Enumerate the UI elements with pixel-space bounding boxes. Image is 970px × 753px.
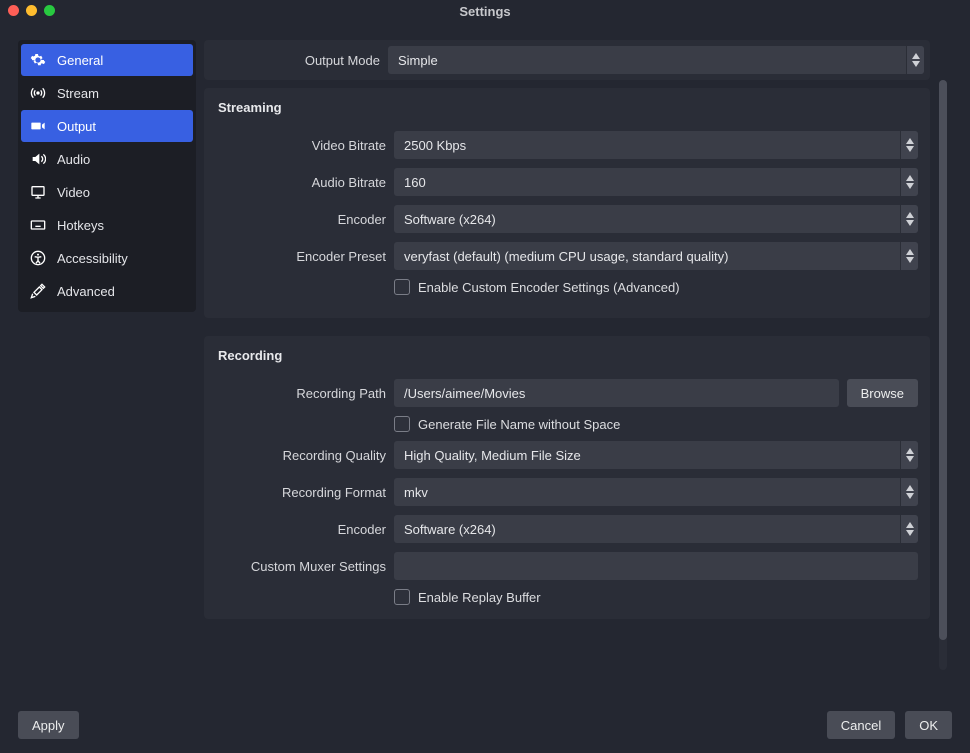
ok-button[interactable]: OK xyxy=(905,711,952,739)
audio-bitrate-select[interactable]: 160 xyxy=(394,168,918,196)
streaming-section: Streaming Video Bitrate 2500 Kbps xyxy=(204,88,930,318)
tools-icon xyxy=(29,283,47,299)
browse-button[interactable]: Browse xyxy=(847,379,918,407)
replay-buffer-checkbox[interactable] xyxy=(394,589,410,605)
video-bitrate-label: Video Bitrate xyxy=(216,138,394,153)
chevron-updown-icon xyxy=(900,205,918,233)
chevron-updown-icon xyxy=(900,441,918,469)
audio-bitrate-label: Audio Bitrate xyxy=(216,175,394,190)
chevron-updown-icon xyxy=(900,478,918,506)
speaker-icon xyxy=(29,151,47,167)
recording-section: Recording Recording Path Browse Generat xyxy=(204,336,930,619)
chevron-updown-icon xyxy=(900,242,918,270)
recording-format-label: Recording Format xyxy=(216,485,394,500)
sidebar-item-video[interactable]: Video xyxy=(21,176,193,208)
titlebar: Settings xyxy=(0,0,970,22)
custom-encoder-checkbox-label[interactable]: Enable Custom Encoder Settings (Advanced… xyxy=(418,280,680,295)
encoder-preset-select[interactable]: veryfast (default) (medium CPU usage, st… xyxy=(394,242,918,270)
sidebar-item-stream[interactable]: Stream xyxy=(21,77,193,109)
window-controls xyxy=(8,5,55,16)
sidebar-item-label: Stream xyxy=(57,86,99,101)
recording-quality-select[interactable]: High Quality, Medium File Size xyxy=(394,441,918,469)
spinner-buttons-icon xyxy=(900,131,918,159)
dialog-footer: Apply Cancel OK xyxy=(0,697,970,753)
recording-path-label: Recording Path xyxy=(216,386,394,401)
sidebar-item-accessibility[interactable]: Accessibility xyxy=(21,242,193,274)
sidebar-item-label: Advanced xyxy=(57,284,115,299)
output-mode-label: Output Mode xyxy=(210,53,388,68)
streaming-encoder-select[interactable]: Software (x264) xyxy=(394,205,918,233)
sidebar-item-advanced[interactable]: Advanced xyxy=(21,275,193,307)
encoder-preset-label: Encoder Preset xyxy=(216,249,394,264)
recording-encoder-select[interactable]: Software (x264) xyxy=(394,515,918,543)
generate-filename-checkbox[interactable] xyxy=(394,416,410,432)
custom-muxer-input[interactable] xyxy=(394,552,918,580)
apply-button[interactable]: Apply xyxy=(18,711,79,739)
sidebar-item-label: General xyxy=(57,53,103,68)
recording-path-input[interactable] xyxy=(394,379,839,407)
recording-quality-label: Recording Quality xyxy=(216,448,394,463)
window-title: Settings xyxy=(459,4,510,19)
generate-filename-checkbox-label[interactable]: Generate File Name without Space xyxy=(418,417,620,432)
chevron-updown-icon xyxy=(900,515,918,543)
output-icon xyxy=(29,118,47,134)
antenna-icon xyxy=(29,85,47,101)
content-scrollbar[interactable] xyxy=(939,80,947,670)
minimize-window-button[interactable] xyxy=(26,5,37,16)
replay-buffer-checkbox-label[interactable]: Enable Replay Buffer xyxy=(418,590,541,605)
custom-muxer-label: Custom Muxer Settings xyxy=(216,559,394,574)
sidebar-item-label: Hotkeys xyxy=(57,218,104,233)
sidebar-item-output[interactable]: Output xyxy=(21,110,193,142)
recording-section-title: Recording xyxy=(216,348,918,363)
monitor-icon xyxy=(29,184,47,200)
gear-icon xyxy=(29,52,47,68)
sidebar-item-hotkeys[interactable]: Hotkeys xyxy=(21,209,193,241)
sidebar-item-general[interactable]: General xyxy=(21,44,193,76)
streaming-encoder-label: Encoder xyxy=(216,212,394,227)
chevron-updown-icon xyxy=(900,168,918,196)
settings-sidebar: General Stream Output Audio Video xyxy=(18,40,196,312)
close-window-button[interactable] xyxy=(8,5,19,16)
custom-encoder-checkbox[interactable] xyxy=(394,279,410,295)
accessibility-icon xyxy=(29,250,47,266)
sidebar-item-label: Video xyxy=(57,185,90,200)
video-bitrate-spinner[interactable]: 2500 Kbps xyxy=(394,131,918,159)
recording-encoder-label: Encoder xyxy=(216,522,394,537)
keyboard-icon xyxy=(29,217,47,233)
sidebar-item-label: Output xyxy=(57,119,96,134)
sidebar-item-label: Audio xyxy=(57,152,90,167)
sidebar-item-audio[interactable]: Audio xyxy=(21,143,193,175)
sidebar-item-label: Accessibility xyxy=(57,251,128,266)
streaming-section-title: Streaming xyxy=(216,100,918,115)
chevron-updown-icon xyxy=(906,46,924,74)
settings-content: Output Mode Simple Streaming Video Bitra… xyxy=(204,40,934,697)
cancel-button[interactable]: Cancel xyxy=(827,711,895,739)
scrollbar-thumb[interactable] xyxy=(939,80,947,640)
recording-format-select[interactable]: mkv xyxy=(394,478,918,506)
maximize-window-button[interactable] xyxy=(44,5,55,16)
output-mode-select[interactable]: Simple xyxy=(388,46,924,74)
